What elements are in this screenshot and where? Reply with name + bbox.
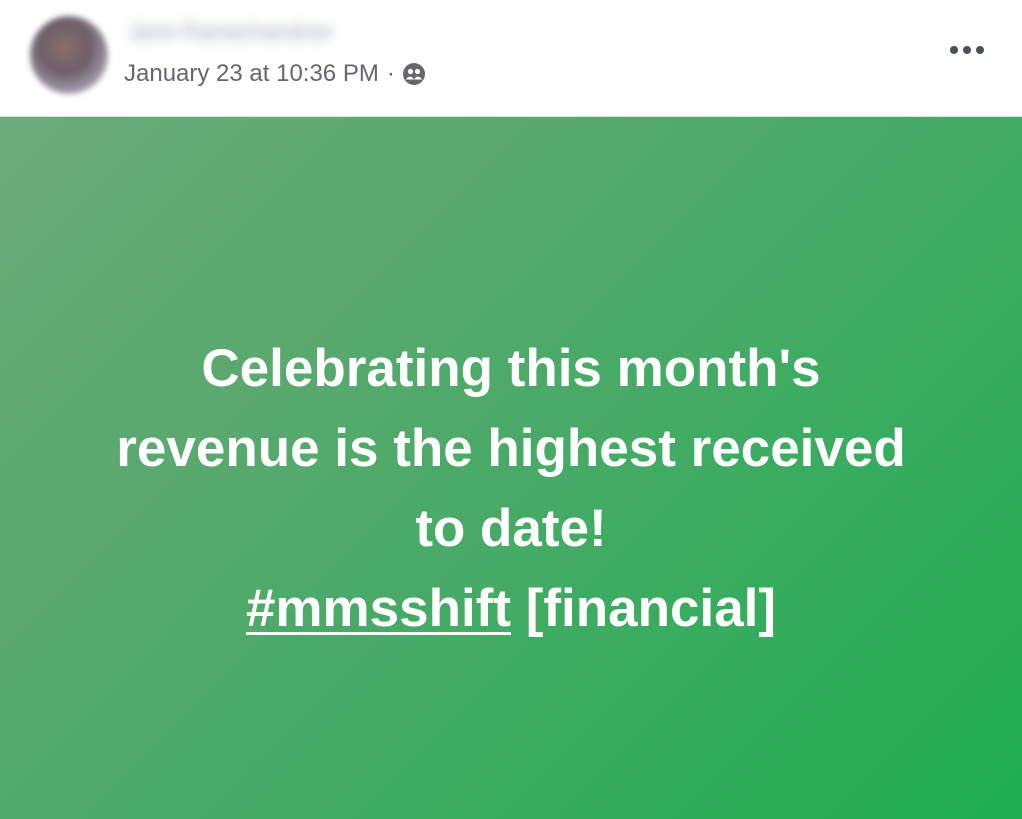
more-options-icon bbox=[950, 46, 984, 54]
friends-audience-icon[interactable] bbox=[402, 62, 426, 86]
avatar[interactable] bbox=[30, 16, 108, 94]
post-timestamp[interactable]: January 23 at 10:36 PM bbox=[124, 58, 379, 90]
more-options-button[interactable] bbox=[942, 32, 992, 68]
meta-separator: · bbox=[386, 60, 395, 87]
author-name[interactable]: Jane Ramachandran bbox=[128, 20, 418, 44]
post-text-line: revenue is the highest received bbox=[116, 419, 906, 478]
post-text: Celebrating this month's revenue is the … bbox=[40, 329, 982, 649]
post-header: Jane Ramachandran January 23 at 10:36 PM… bbox=[0, 0, 1022, 116]
post-meta: January 23 at 10:36 PM · bbox=[124, 58, 426, 90]
post-text-line: to date! bbox=[415, 499, 607, 558]
facebook-post: Jane Ramachandran January 23 at 10:36 PM… bbox=[0, 0, 1022, 819]
hashtag-link[interactable]: #mmsshift bbox=[246, 579, 511, 638]
post-text-line: Celebrating this month's bbox=[201, 339, 821, 398]
post-text-line-tags: #mmsshift [financial] bbox=[40, 569, 982, 649]
post-tag: [financial] bbox=[525, 579, 777, 638]
background-text-post: Celebrating this month's revenue is the … bbox=[0, 117, 1022, 819]
